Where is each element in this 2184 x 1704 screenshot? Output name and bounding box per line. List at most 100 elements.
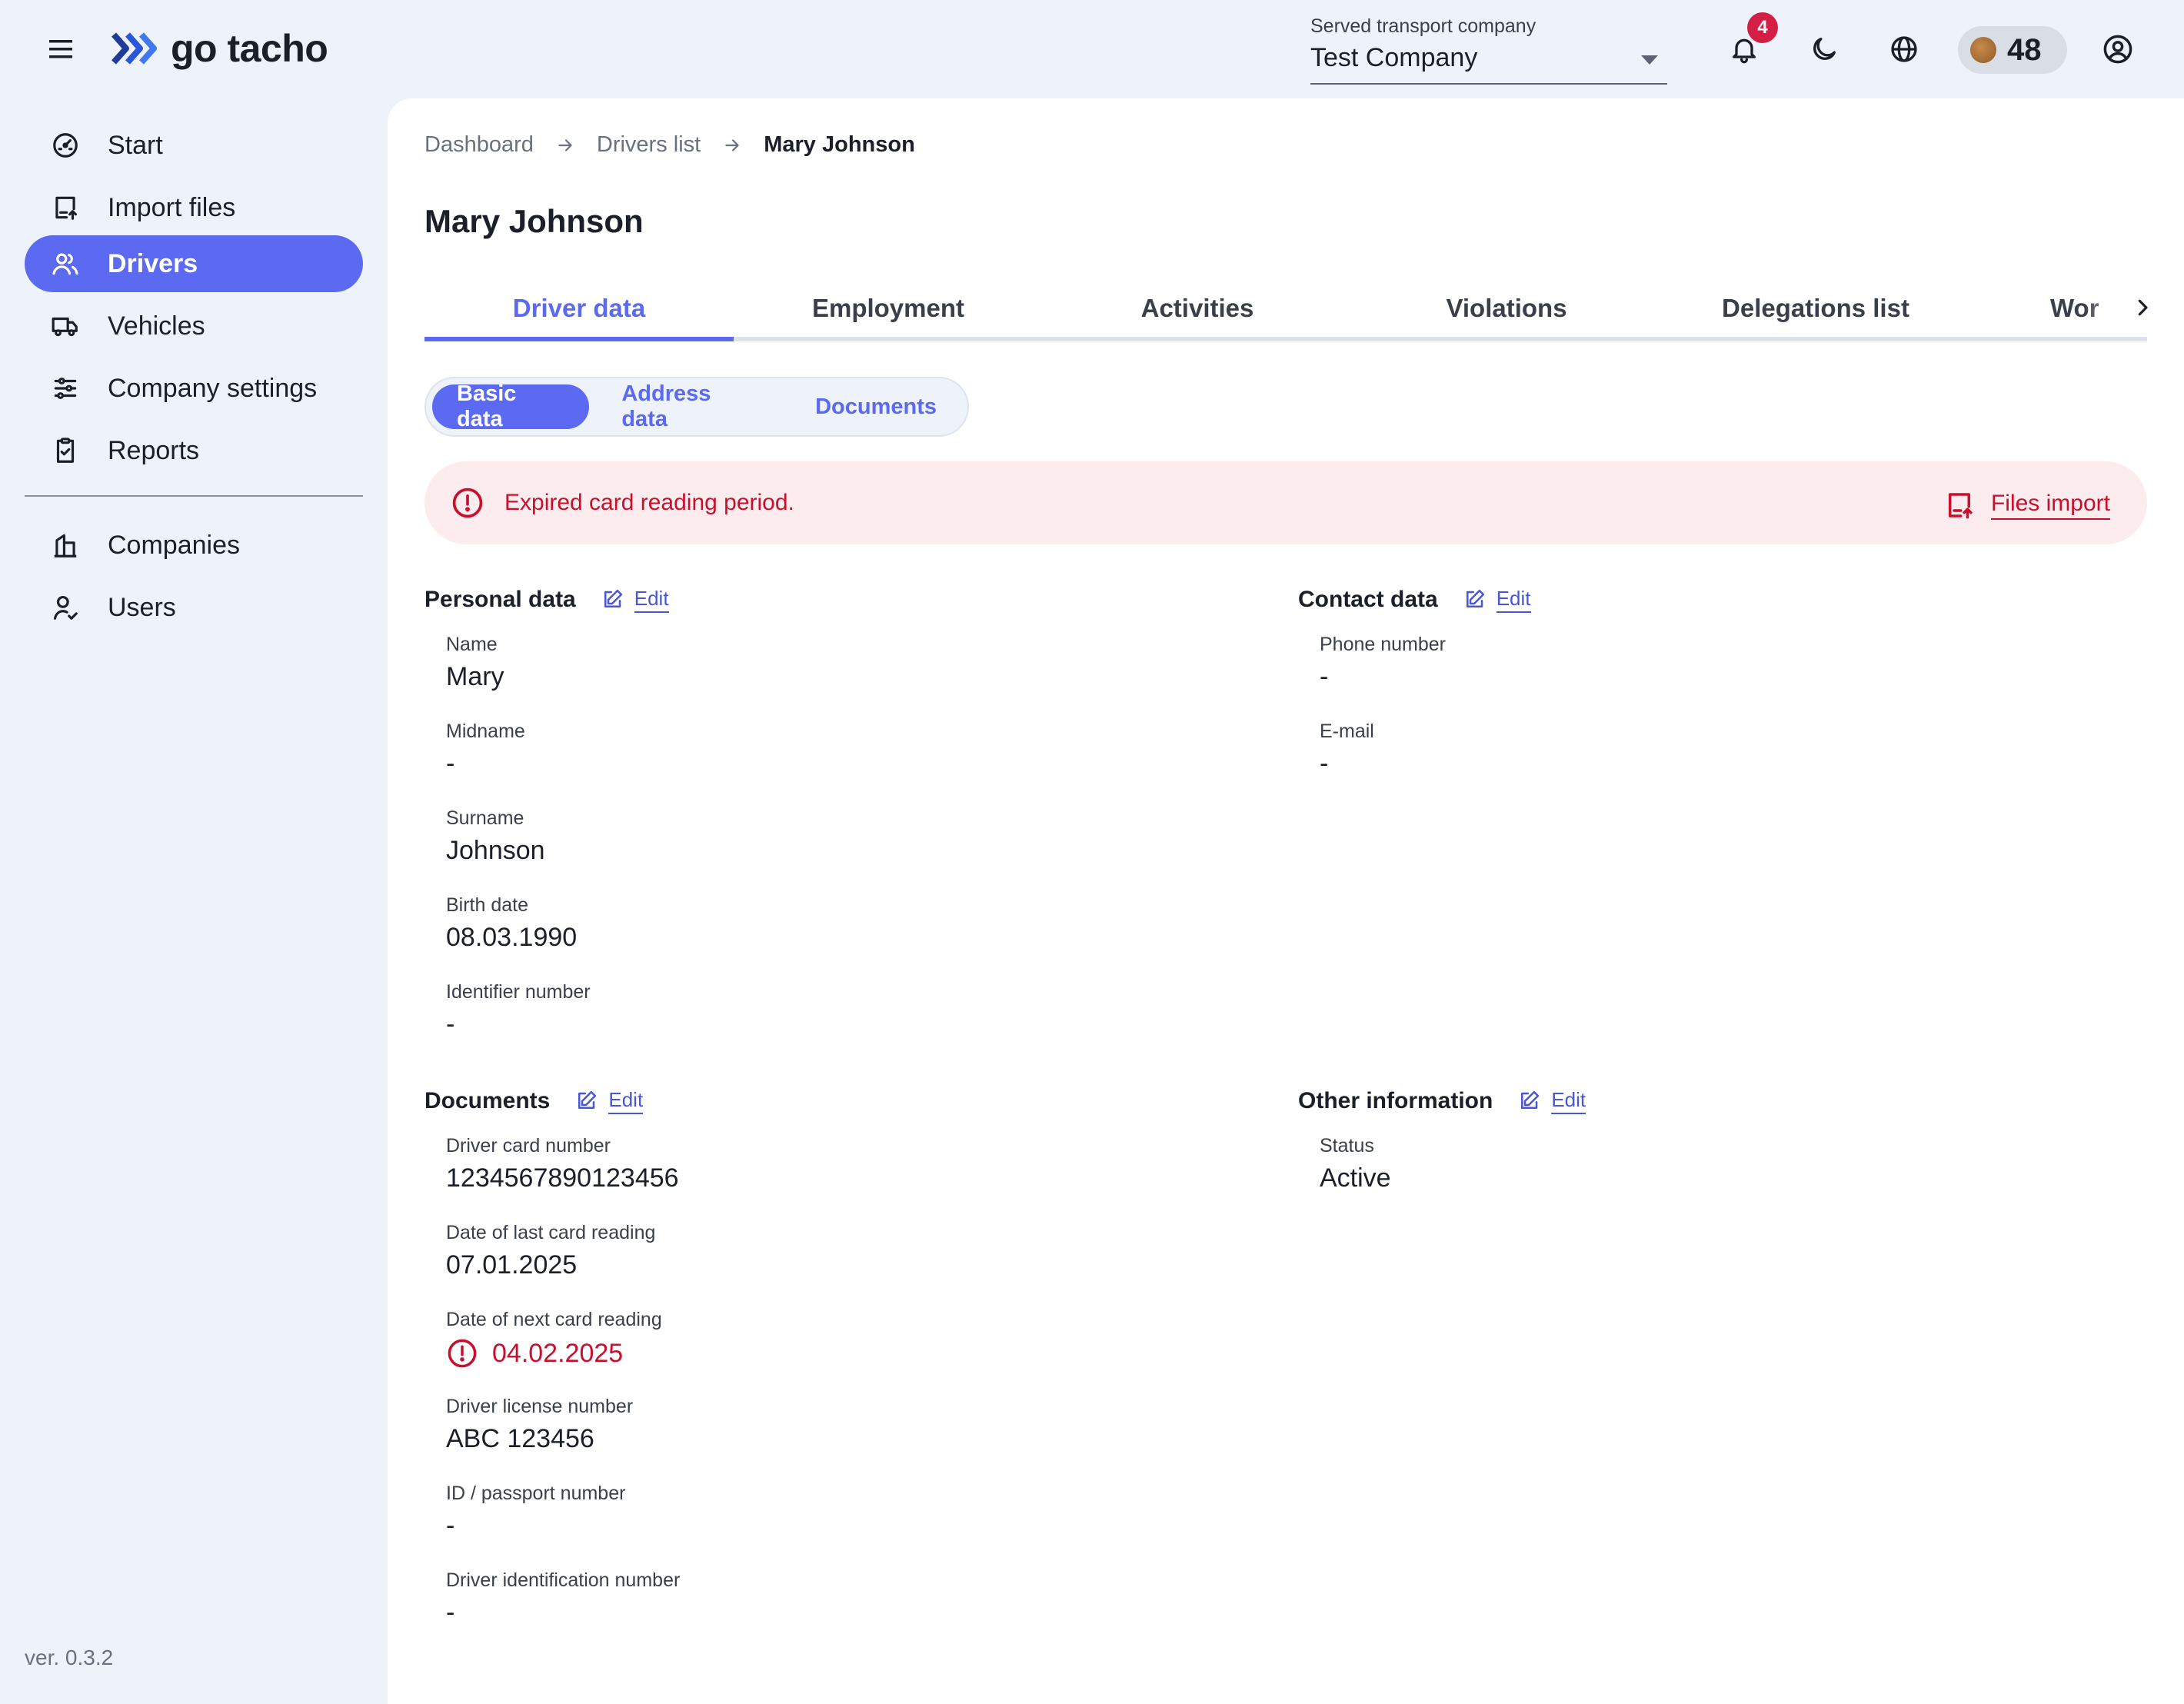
field-value: - [446,749,455,778]
edit-pencil-icon [574,1090,598,1113]
field-value: - [1320,662,1329,691]
contact-data-section: Contact data Edit Phone number - E-mail … [1298,583,2144,798]
field-label: Date of next card reading [446,1309,662,1330]
sidebar-item-company-settings[interactable]: Company settings [25,360,363,417]
tab-delegations-list[interactable]: Delegations list [1661,280,1970,337]
section-title: Personal data [424,587,576,612]
edit-label: Edit [608,1088,644,1114]
field-driver-identification-number: Driver identification number - [446,1560,1270,1647]
edit-documents-button[interactable]: Edit [574,1088,644,1114]
field-label: Surname [446,807,524,829]
users-icon [51,249,80,278]
sidebar-item-start[interactable]: Start [25,117,363,174]
arrow-right-icon [555,135,575,155]
truck-icon [51,311,80,341]
credits-value: 48 [2007,32,2042,67]
subtab-documents[interactable]: Documents [791,384,961,429]
sidebar: Start Import files Drivers Vehicles Comp… [0,98,388,1704]
field-identifier-number: Identifier number - [446,972,1270,1059]
user-circle-icon [2102,33,2134,65]
expired-date: 04.02.2025 [492,1338,624,1368]
moon-icon [1809,34,1839,65]
field-label: Driver identification number [446,1569,681,1591]
language-button[interactable] [1876,22,1932,77]
sidebar-item-companies[interactable]: Companies [25,517,363,574]
breadcrumb-drivers-list[interactable]: Drivers list [597,132,701,158]
field-value: - [446,1010,455,1039]
field-email: E-mail - [1320,711,2144,798]
field-value: Mary [446,662,504,691]
breadcrumb: Dashboard Drivers list Mary Johnson [424,132,915,158]
sidebar-item-users[interactable]: Users [25,579,363,636]
other-information-section: Other information Edit Status Active [1298,1084,2144,1213]
building-icon [51,531,80,560]
field-value: 08.03.1990 [446,923,578,952]
sidebar-item-label: Start [108,130,163,160]
field-label: Identifier number [446,981,591,1003]
personal-data-section: Personal data Edit Name Mary Midname - S… [424,583,1270,1059]
tab-violations[interactable]: Violations [1352,280,1661,337]
tab-activities[interactable]: Activities [1043,280,1352,337]
hamburger-menu-icon[interactable] [43,34,80,65]
sidebar-item-label: Users [108,592,176,622]
edit-other-information-button[interactable]: Edit [1517,1088,1586,1114]
alert-message: Expired card reading period. [504,490,794,515]
edit-contact-data-button[interactable]: Edit [1463,587,1531,613]
edit-label: Edit [1496,587,1531,613]
field-driver-card-number: Driver card number 1234567890123456 [446,1126,1270,1213]
field-status: Status Active [1320,1126,2144,1213]
top-bar: go tacho Served transport company Test C… [0,0,2184,98]
sidebar-item-label: Reports [108,435,200,465]
caret-down-icon [1641,55,1658,65]
field-value: Johnson [446,836,545,865]
field-next-card-reading: Date of next card reading 04.02.2025 [446,1300,1270,1386]
breadcrumb-dashboard[interactable]: Dashboard [424,132,534,158]
sidebar-item-label: Company settings [108,373,318,403]
files-import-link[interactable]: Files import [1943,489,2110,521]
edit-label: Edit [634,587,669,613]
field-driver-license-number: Driver license number ABC 123456 [446,1386,1270,1473]
subtab-address-data[interactable]: Address data [597,381,783,431]
section-title: Contact data [1298,587,1438,612]
sliders-icon [51,374,80,403]
tab-driver-data[interactable]: Driver data [424,280,734,341]
tab-overflow-fade [2086,280,2132,337]
field-midname: Midname - [446,711,1270,798]
account-button[interactable] [2090,22,2146,77]
credits-indicator[interactable]: 48 [1958,26,2067,74]
arrow-right-icon [722,135,742,155]
main-content: Dashboard Drivers list Mary Johnson Mary… [388,98,2184,1704]
file-upload-icon [51,193,80,222]
page-title: Mary Johnson [424,203,644,239]
field-id-passport-number: ID / passport number - [446,1473,1270,1560]
tab-bar: Driver data Employment Activities Violat… [424,280,2148,341]
chevrons-logo-icon [111,32,160,65]
company-select[interactable]: Served transport company Test Company [1310,12,1667,85]
field-label: ID / passport number [446,1483,626,1504]
sidebar-item-vehicles[interactable]: Vehicles [25,298,363,354]
sidebar-item-drivers[interactable]: Drivers [25,235,363,292]
section-title: Documents [424,1088,551,1113]
app-logo[interactable]: go tacho [111,23,328,74]
field-label: Status [1320,1135,1374,1157]
sidebar-item-label: Vehicles [108,311,205,341]
field-label: Birth date [446,894,529,916]
field-value: Active [1320,1163,1391,1193]
field-value: ABC 123456 [446,1424,594,1453]
edit-pencil-icon [1463,588,1486,611]
tab-employment[interactable]: Employment [734,280,1043,337]
field-phone-number: Phone number - [1320,624,2144,711]
sidebar-item-label: Companies [108,530,240,560]
dark-mode-button[interactable] [1796,22,1852,77]
field-label: Midname [446,721,525,742]
edit-personal-data-button[interactable]: Edit [601,587,669,613]
edit-label: Edit [1551,1088,1586,1114]
company-select-value: Test Company [1310,43,1478,72]
subtab-basic-data[interactable]: Basic data [432,381,590,431]
sidebar-item-reports[interactable]: Reports [25,422,363,479]
sidebar-item-import-files[interactable]: Import files [25,179,363,236]
alert-circle-icon [446,1337,478,1370]
field-surname: Surname Johnson [446,798,1270,885]
chevron-right-icon[interactable] [2127,292,2158,323]
section-title: Other information [1298,1088,1493,1113]
